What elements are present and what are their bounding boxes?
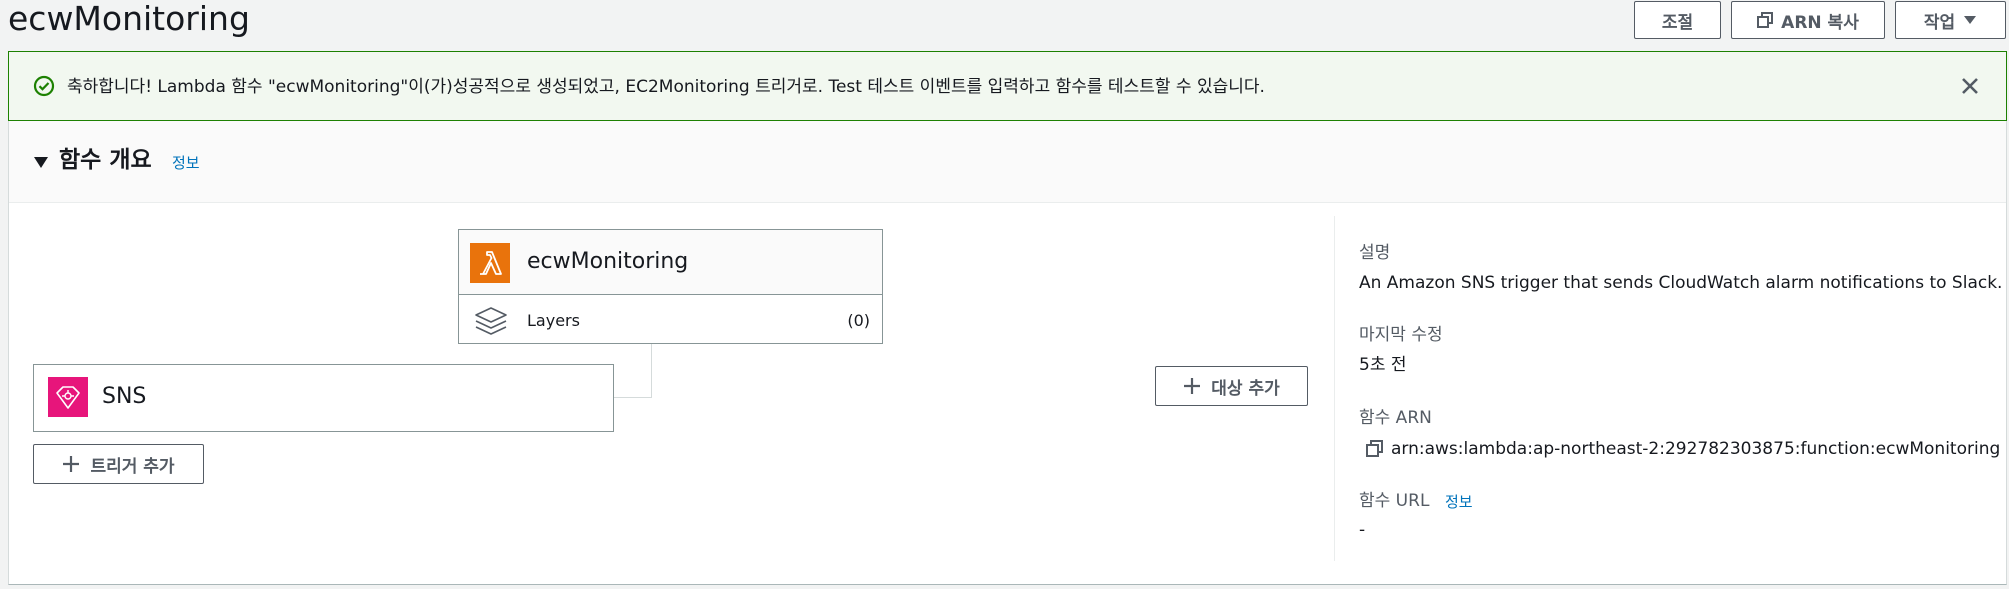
close-icon[interactable] — [1958, 74, 1982, 98]
success-icon — [33, 75, 55, 97]
sns-trigger-card[interactable]: SNS — [33, 364, 614, 432]
function-url-label: 함수 URL — [1359, 491, 1430, 511]
arn-value: arn:aws:lambda:ap-northeast-2:2927823038… — [1391, 439, 2001, 459]
page-title: ecwMonitoring — [8, 0, 250, 38]
function-header: ecwMonitoring — [459, 230, 882, 295]
arn-label: 함수 ARN — [1359, 408, 1432, 428]
add-destination-button[interactable]: 대상 추가 — [1155, 366, 1308, 406]
layers-icon — [475, 307, 507, 335]
function-overview-panel: 함수 개요 정보 ecwMonitoring Layers (0) SNS 트리… — [8, 121, 2007, 585]
last-modified-value: 5초 전 — [1359, 355, 1407, 375]
add-trigger-label: 트리거 추가 — [90, 456, 175, 477]
caret-down-icon — [1964, 16, 1977, 24]
throttle-button[interactable]: 조절 — [1634, 1, 1721, 39]
add-trigger-button[interactable]: 트리거 추가 — [33, 444, 204, 484]
info-link[interactable]: 정보 — [172, 152, 200, 173]
divider — [1334, 216, 1335, 561]
copy-icon[interactable] — [1365, 439, 1385, 459]
function-url-value: - — [1359, 520, 1366, 540]
panel-header: 함수 개요 정보 — [9, 121, 2006, 203]
actions-dropdown[interactable]: 작업 — [1895, 1, 2006, 39]
actions-label: 작업 — [1923, 12, 1956, 33]
layers-count: (0) — [847, 311, 870, 330]
function-url-info-link[interactable]: 정보 — [1445, 491, 1473, 512]
throttle-label: 조절 — [1661, 12, 1694, 33]
function-card[interactable]: ecwMonitoring Layers (0) — [458, 229, 883, 344]
plus-icon — [1184, 378, 1201, 394]
description-label: 설명 — [1359, 243, 1391, 263]
plus-icon — [63, 456, 80, 472]
sns-label: SNS — [102, 384, 147, 409]
success-flash: 축하합니다! Lambda 함수 "ecwMonitoring"이(가)성공적으… — [8, 51, 2007, 121]
sns-icon — [48, 377, 88, 417]
copy-arn-label: ARN 복사 — [1781, 12, 1859, 33]
last-modified-label: 마지막 수정 — [1359, 325, 1443, 345]
collapse-caret-icon[interactable] — [33, 155, 49, 169]
add-destination-label: 대상 추가 — [1211, 378, 1280, 399]
copy-icon — [1757, 12, 1774, 28]
flash-message: 축하합니다! Lambda 함수 "ecwMonitoring"이(가)성공적으… — [67, 77, 1265, 97]
connector-line — [651, 344, 652, 397]
description-value: An Amazon SNS trigger that sends CloudWa… — [1359, 273, 2003, 293]
copy-arn-button[interactable]: ARN 복사 — [1731, 1, 1885, 39]
connector-line — [614, 397, 652, 398]
lambda-icon — [470, 243, 510, 283]
function-name: ecwMonitoring — [527, 249, 689, 274]
layers-label[interactable]: Layers — [527, 310, 580, 332]
panel-title: 함수 개요 — [59, 147, 152, 173]
